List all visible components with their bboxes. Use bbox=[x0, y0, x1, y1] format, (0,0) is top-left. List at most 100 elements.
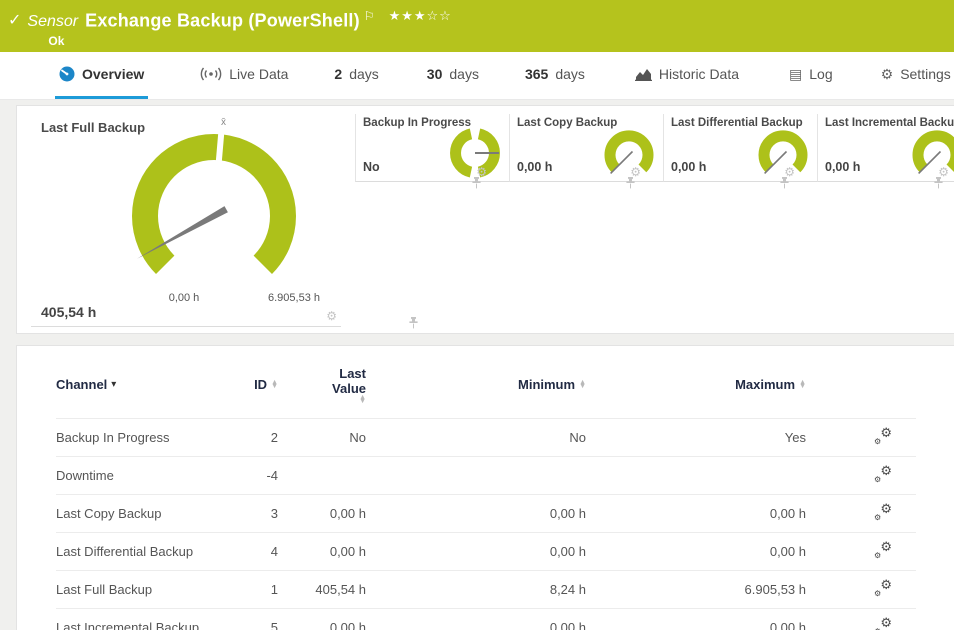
gauge-tile-last-copy-backup[interactable]: Last Copy Backup 0,00 h ⚙ bbox=[509, 114, 663, 182]
channel-last-value: 0,00 h bbox=[278, 494, 366, 532]
tab-bar: Overview Live Data 2 days 30 days 365 da… bbox=[0, 52, 954, 100]
tab-label: days bbox=[349, 66, 379, 82]
table-row[interactable]: Last Copy Backup 3 0,00 h 0,00 h 0,00 h … bbox=[56, 494, 916, 532]
col-header-maximum[interactable]: Maximum▲▼ bbox=[586, 360, 806, 418]
channel-name[interactable]: Backup In Progress bbox=[56, 418, 206, 456]
channel-settings-icon[interactable]: ⚙⚙ bbox=[874, 428, 892, 444]
last-full-backup-gauge bbox=[114, 121, 324, 316]
channel-id: 1 bbox=[206, 570, 278, 608]
pin-icon[interactable] bbox=[780, 177, 789, 189]
channel-minimum: 0,00 h bbox=[366, 608, 586, 630]
channel-settings-icon[interactable]: ⚙⚙ bbox=[874, 504, 892, 520]
col-header-minimum[interactable]: Minimum▲▼ bbox=[366, 360, 586, 418]
tab-30-days[interactable]: 30 days bbox=[423, 52, 483, 99]
channel-settings-icon[interactable]: ⚙⚙ bbox=[874, 618, 892, 630]
pin-icon[interactable] bbox=[626, 177, 635, 189]
gauge-tile-last-incremental-backup[interactable]: Last Incremental Backup 0,00 h ⚙ bbox=[817, 114, 954, 182]
gauge-scale-min: 0,00 h bbox=[139, 292, 229, 304]
channel-name[interactable]: Last Incremental Backup bbox=[56, 608, 206, 630]
channel-name[interactable]: Downtime bbox=[56, 456, 206, 494]
sensor-header: ✓ Sensor Exchange Backup (PowerShell) ⚐ ★★★… bbox=[0, 0, 954, 52]
channel-id: 4 bbox=[206, 532, 278, 570]
channel-id: 2 bbox=[206, 418, 278, 456]
tab-overview[interactable]: Overview bbox=[55, 52, 148, 99]
channel-name[interactable]: Last Full Backup bbox=[56, 570, 206, 608]
col-header-channel[interactable]: Channel▾ bbox=[56, 360, 206, 418]
pin-icon[interactable] bbox=[472, 177, 481, 189]
priority-stars[interactable]: ★★★☆☆ bbox=[389, 8, 452, 23]
small-gauge-row: Backup In Progress No ⚙ Last Copy Backup bbox=[355, 114, 954, 182]
sort-icon: ▲▼ bbox=[271, 381, 278, 389]
channel-table-panel: Channel▾ ID▲▼ Last Value▲▼ Minimum▲▼ Max… bbox=[16, 345, 954, 630]
channel-maximum: 0,00 h bbox=[586, 608, 806, 630]
channel-settings-icon[interactable]: ⚙⚙ bbox=[874, 580, 892, 596]
table-row[interactable]: Backup In Progress 2 No No Yes ⚙⚙ bbox=[56, 418, 916, 456]
table-row[interactable]: Downtime -4 ⚙⚙ bbox=[56, 456, 916, 494]
tab-label: days bbox=[449, 66, 479, 82]
gauge-scale-max: 6.905,53 h bbox=[249, 292, 339, 304]
overview-gauges-panel: Last Full Backup x̄ 0,00 h 6.905,53 h 40… bbox=[16, 105, 954, 334]
tab-log[interactable]: ▤ Log bbox=[785, 52, 837, 99]
channel-maximum: 0,00 h bbox=[586, 494, 806, 532]
table-row[interactable]: Last Differential Backup 4 0,00 h 0,00 h… bbox=[56, 532, 916, 570]
channel-id: 5 bbox=[206, 608, 278, 630]
pin-icon[interactable] bbox=[934, 177, 943, 189]
channel-maximum: Yes bbox=[586, 418, 806, 456]
col-header-id[interactable]: ID▲▼ bbox=[206, 360, 278, 418]
gauge-value: 405,54 h bbox=[41, 304, 96, 320]
channel-maximum bbox=[586, 456, 806, 494]
channel-last-value bbox=[278, 456, 366, 494]
object-kind-label: Sensor bbox=[27, 13, 78, 30]
tab-live-data[interactable]: Live Data bbox=[196, 52, 292, 99]
col-header-last-value[interactable]: Last Value▲▼ bbox=[278, 360, 366, 418]
tab-label: Log bbox=[809, 66, 832, 82]
backup-in-progress-gauge bbox=[447, 125, 503, 181]
channel-last-value: 0,00 h bbox=[278, 532, 366, 570]
sensor-title[interactable]: Exchange Backup (PowerShell) bbox=[85, 10, 360, 30]
gauge-value: 0,00 h bbox=[517, 160, 552, 174]
channel-name[interactable]: Last Copy Backup bbox=[56, 494, 206, 532]
gauge-value: 0,00 h bbox=[825, 160, 860, 174]
channel-id: -4 bbox=[206, 456, 278, 494]
tab-label: Settings bbox=[900, 66, 951, 82]
last-copy-backup-gauge bbox=[601, 125, 657, 181]
channel-minimum: 8,24 h bbox=[366, 570, 586, 608]
col-header-actions bbox=[806, 360, 916, 418]
gauge-tile-last-full-backup[interactable]: Last Full Backup x̄ 0,00 h 6.905,53 h 40… bbox=[31, 114, 341, 327]
live-data-icon bbox=[200, 67, 222, 81]
gauge-tile-backup-in-progress[interactable]: Backup In Progress No ⚙ bbox=[355, 114, 509, 182]
tab-365-days[interactable]: 365 days bbox=[521, 52, 589, 99]
tab-settings[interactable]: ⚙ Settings bbox=[877, 52, 954, 99]
sort-icon: ▲▼ bbox=[579, 381, 586, 389]
table-row[interactable]: Last Full Backup 1 405,54 h 8,24 h 6.905… bbox=[56, 570, 916, 608]
channel-minimum bbox=[366, 456, 586, 494]
channel-settings-icon[interactable]: ⚙⚙ bbox=[874, 466, 892, 482]
historic-chart-icon bbox=[635, 68, 652, 81]
flag-icon[interactable]: ⚐ bbox=[364, 9, 375, 23]
gear-icon: ⚙ bbox=[881, 66, 894, 83]
table-row[interactable]: Last Incremental Backup 5 0,00 h 0,00 h … bbox=[56, 608, 916, 630]
tab-label: Overview bbox=[82, 66, 144, 82]
channel-settings-icon[interactable]: ⚙⚙ bbox=[874, 542, 892, 558]
gauge-icon bbox=[59, 66, 75, 82]
tab-historic-data[interactable]: Historic Data bbox=[631, 52, 743, 99]
pin-icon[interactable] bbox=[409, 317, 418, 329]
gauge-settings-gear-icon[interactable]: ⚙ bbox=[326, 310, 337, 322]
gauge-value: No bbox=[363, 160, 380, 174]
channel-maximum: 6.905,53 h bbox=[586, 570, 806, 608]
channel-maximum: 0,00 h bbox=[586, 532, 806, 570]
status-check-icon: ✓ bbox=[8, 10, 21, 30]
channel-minimum: 0,00 h bbox=[366, 494, 586, 532]
last-differential-backup-gauge bbox=[755, 125, 811, 181]
tab-label: Historic Data bbox=[659, 66, 739, 82]
sorted-caret-icon: ▾ bbox=[111, 379, 116, 390]
gauge-tile-last-differential-backup[interactable]: Last Differential Backup 0,00 h ⚙ bbox=[663, 114, 817, 182]
gauge-value: 0,00 h bbox=[671, 160, 706, 174]
tab-2-days[interactable]: 2 days bbox=[330, 52, 382, 99]
channel-table: Channel▾ ID▲▼ Last Value▲▼ Minimum▲▼ Max… bbox=[56, 360, 916, 630]
channel-last-value: No bbox=[278, 418, 366, 456]
channel-name[interactable]: Last Differential Backup bbox=[56, 532, 206, 570]
tab-label: Live Data bbox=[229, 66, 288, 82]
tab-label: days bbox=[555, 66, 585, 82]
sort-icon: ▲▼ bbox=[359, 396, 366, 404]
